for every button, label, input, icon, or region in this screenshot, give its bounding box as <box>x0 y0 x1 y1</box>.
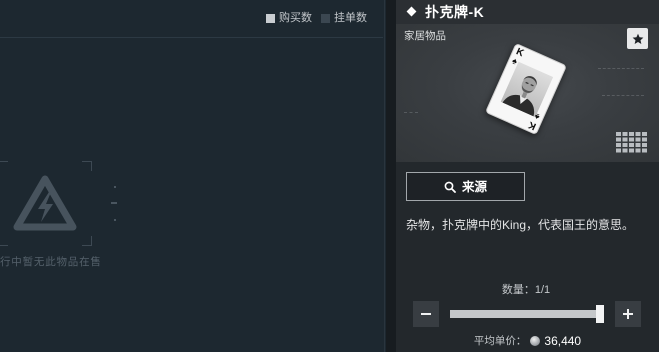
plus-icon-vertical <box>627 309 629 319</box>
minus-icon <box>421 313 431 315</box>
average-price-value: 36,440 <box>544 334 582 348</box>
legend-swatch-listing-count <box>321 13 330 23</box>
empty-message: 行中暂无此物品在售 <box>0 256 102 268</box>
quantity-value: 1/1 <box>534 284 551 296</box>
source-button[interactable]: 来源 <box>406 172 525 201</box>
item-title-bar: 扑克牌-K <box>396 0 659 24</box>
average-price-label: 平均单价： <box>473 335 527 347</box>
increase-quantity-button[interactable] <box>615 301 641 327</box>
quantity-slider[interactable] <box>450 305 604 323</box>
star-icon <box>632 33 643 44</box>
item-title: 扑克牌-K <box>425 4 485 20</box>
legend-label-listing-count: 挂单数 <box>334 12 367 24</box>
frame-corner-bottom-left <box>0 236 8 246</box>
frame-dash <box>111 202 117 204</box>
slider-handle[interactable] <box>596 305 604 323</box>
card-portrait <box>500 61 554 118</box>
market-chart-panel: 购买数 挂单数 行中暂无此物品在售 <box>0 0 386 352</box>
frame-corner-top-left <box>0 161 8 171</box>
frame-corner-top-right <box>82 161 92 171</box>
favorite-button[interactable] <box>627 28 648 49</box>
decor-line <box>602 95 644 96</box>
decrease-quantity-button[interactable] <box>413 301 439 327</box>
coin-icon <box>530 336 541 346</box>
playing-card-image: K ♠ ♠ K <box>484 42 568 136</box>
card-rank: K <box>526 118 538 132</box>
item-category: 家居物品 <box>404 30 446 42</box>
frame-corner-bottom-right <box>82 236 92 246</box>
grid-icon <box>616 132 648 153</box>
legend-swatch-buy-count <box>266 13 275 23</box>
frame-dot <box>114 186 116 188</box>
item-detail-panel: 扑克牌-K 家居物品 K ♠ ♠ K 来源 杂物，扑克牌中的King，代表国王的… <box>396 0 659 352</box>
legend-label-buy-count: 购买数 <box>279 12 312 24</box>
decor-line <box>404 112 418 113</box>
source-button-label: 来源 <box>461 179 487 194</box>
lightning-triangle-icon <box>13 175 77 231</box>
search-icon <box>444 181 456 193</box>
legend-item-buy-count: 购买数 <box>266 12 312 24</box>
diamond-icon <box>406 6 417 17</box>
panel-divider <box>386 0 396 352</box>
frame-dot <box>114 219 116 221</box>
chart-legend: 购买数 挂单数 <box>266 12 367 24</box>
quantity-label: 数量：1/1 <box>426 284 626 297</box>
market-panel-edge <box>384 0 385 352</box>
decor-line <box>598 68 644 69</box>
item-description: 杂物，扑克牌中的King，代表国王的意思。 <box>406 218 635 232</box>
quantity-caption: 数量： <box>501 284 535 296</box>
item-image-area: 家居物品 K ♠ ♠ K <box>396 24 659 162</box>
chart-top-divider <box>0 37 383 38</box>
legend-item-listing-count: 挂单数 <box>321 12 367 24</box>
slider-fill <box>450 310 600 318</box>
average-price: 平均单价： 36,440 <box>396 334 659 348</box>
